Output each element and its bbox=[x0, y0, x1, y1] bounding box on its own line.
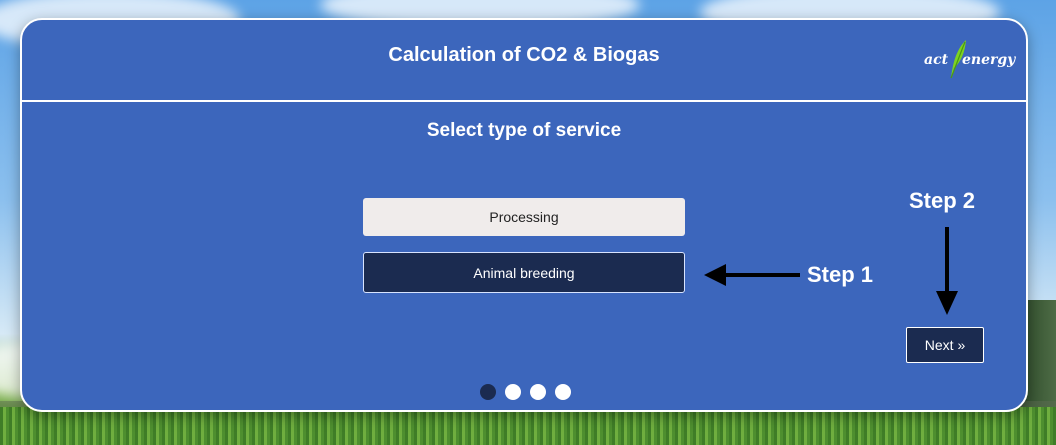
option-animal-breeding-button[interactable]: Animal breeding bbox=[363, 252, 685, 293]
grass-field bbox=[0, 407, 1056, 445]
page-title: Calculation of CO2 & Biogas bbox=[388, 44, 660, 66]
logo-text-left: act bbox=[924, 52, 949, 68]
step2-arrow-icon bbox=[936, 227, 958, 315]
logo-text-right: energy bbox=[962, 52, 1016, 68]
next-button[interactable]: Next » bbox=[906, 327, 984, 363]
option-label: Animal breeding bbox=[473, 264, 575, 281]
step1-label: Step 1 bbox=[807, 262, 874, 287]
step1-arrow-icon bbox=[704, 264, 800, 286]
step2-label: Step 2 bbox=[909, 188, 976, 213]
pagination-dot[interactable] bbox=[505, 384, 521, 400]
pagination-dot[interactable] bbox=[530, 384, 546, 400]
card-header: Calculation of CO2 & Biogas act energy bbox=[22, 20, 1026, 102]
pagination-dots bbox=[480, 384, 571, 400]
section-subtitle: Select type of service bbox=[426, 120, 622, 141]
pagination-dot[interactable] bbox=[555, 384, 571, 400]
calculator-card: Calculation of CO2 & Biogas act energy S… bbox=[20, 18, 1028, 412]
option-processing-button[interactable]: Processing bbox=[363, 198, 685, 236]
option-label: Processing bbox=[489, 209, 559, 225]
act-energy-logo: act energy bbox=[924, 38, 1016, 80]
pagination-dot[interactable] bbox=[480, 384, 496, 400]
